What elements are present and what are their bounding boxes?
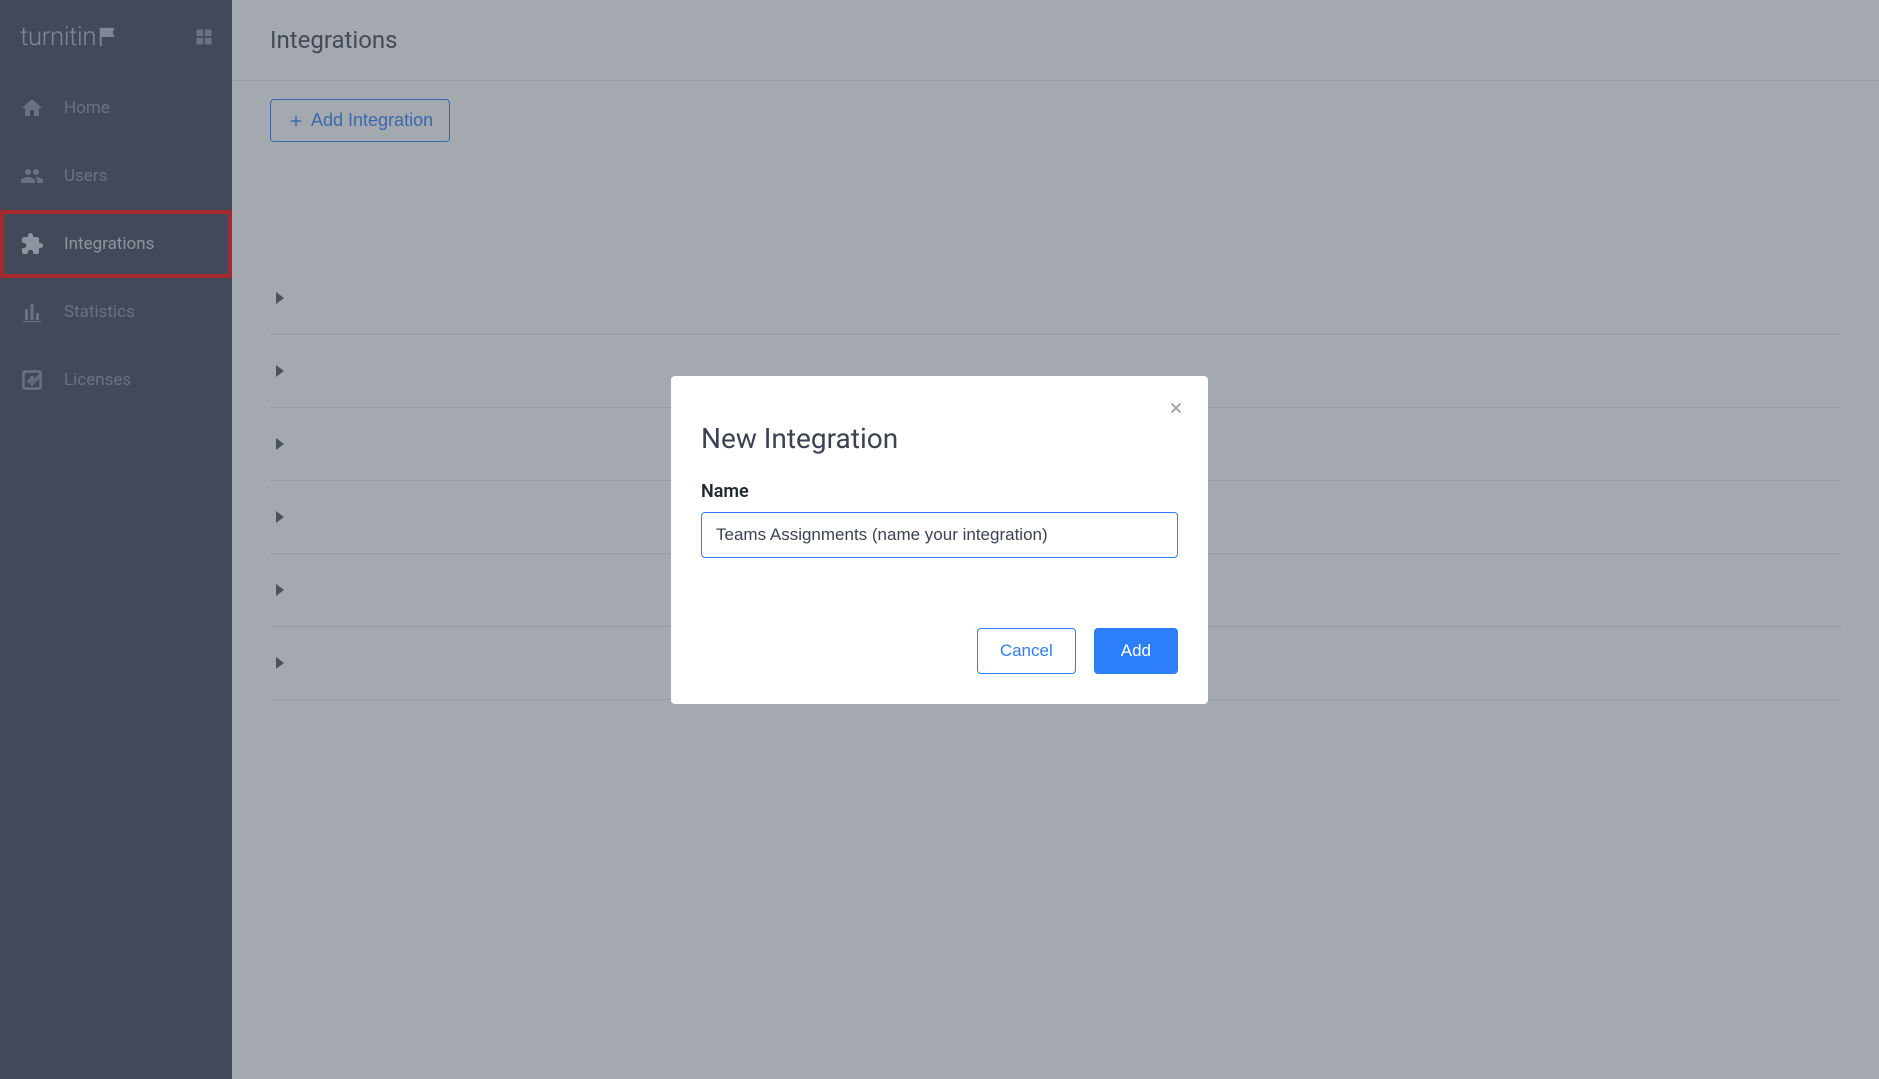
close-icon bbox=[1167, 399, 1185, 417]
cancel-button[interactable]: Cancel bbox=[977, 628, 1076, 674]
close-button[interactable] bbox=[1164, 396, 1188, 420]
integration-name-input[interactable] bbox=[701, 512, 1178, 558]
modal-actions: Cancel Add bbox=[701, 628, 1178, 674]
new-integration-modal: New Integration Name Cancel Add bbox=[671, 376, 1208, 704]
modal-title: New Integration bbox=[701, 422, 1178, 455]
modal-overlay[interactable]: New Integration Name Cancel Add bbox=[0, 0, 1879, 1079]
add-button[interactable]: Add bbox=[1094, 628, 1178, 674]
name-label: Name bbox=[701, 481, 1178, 502]
